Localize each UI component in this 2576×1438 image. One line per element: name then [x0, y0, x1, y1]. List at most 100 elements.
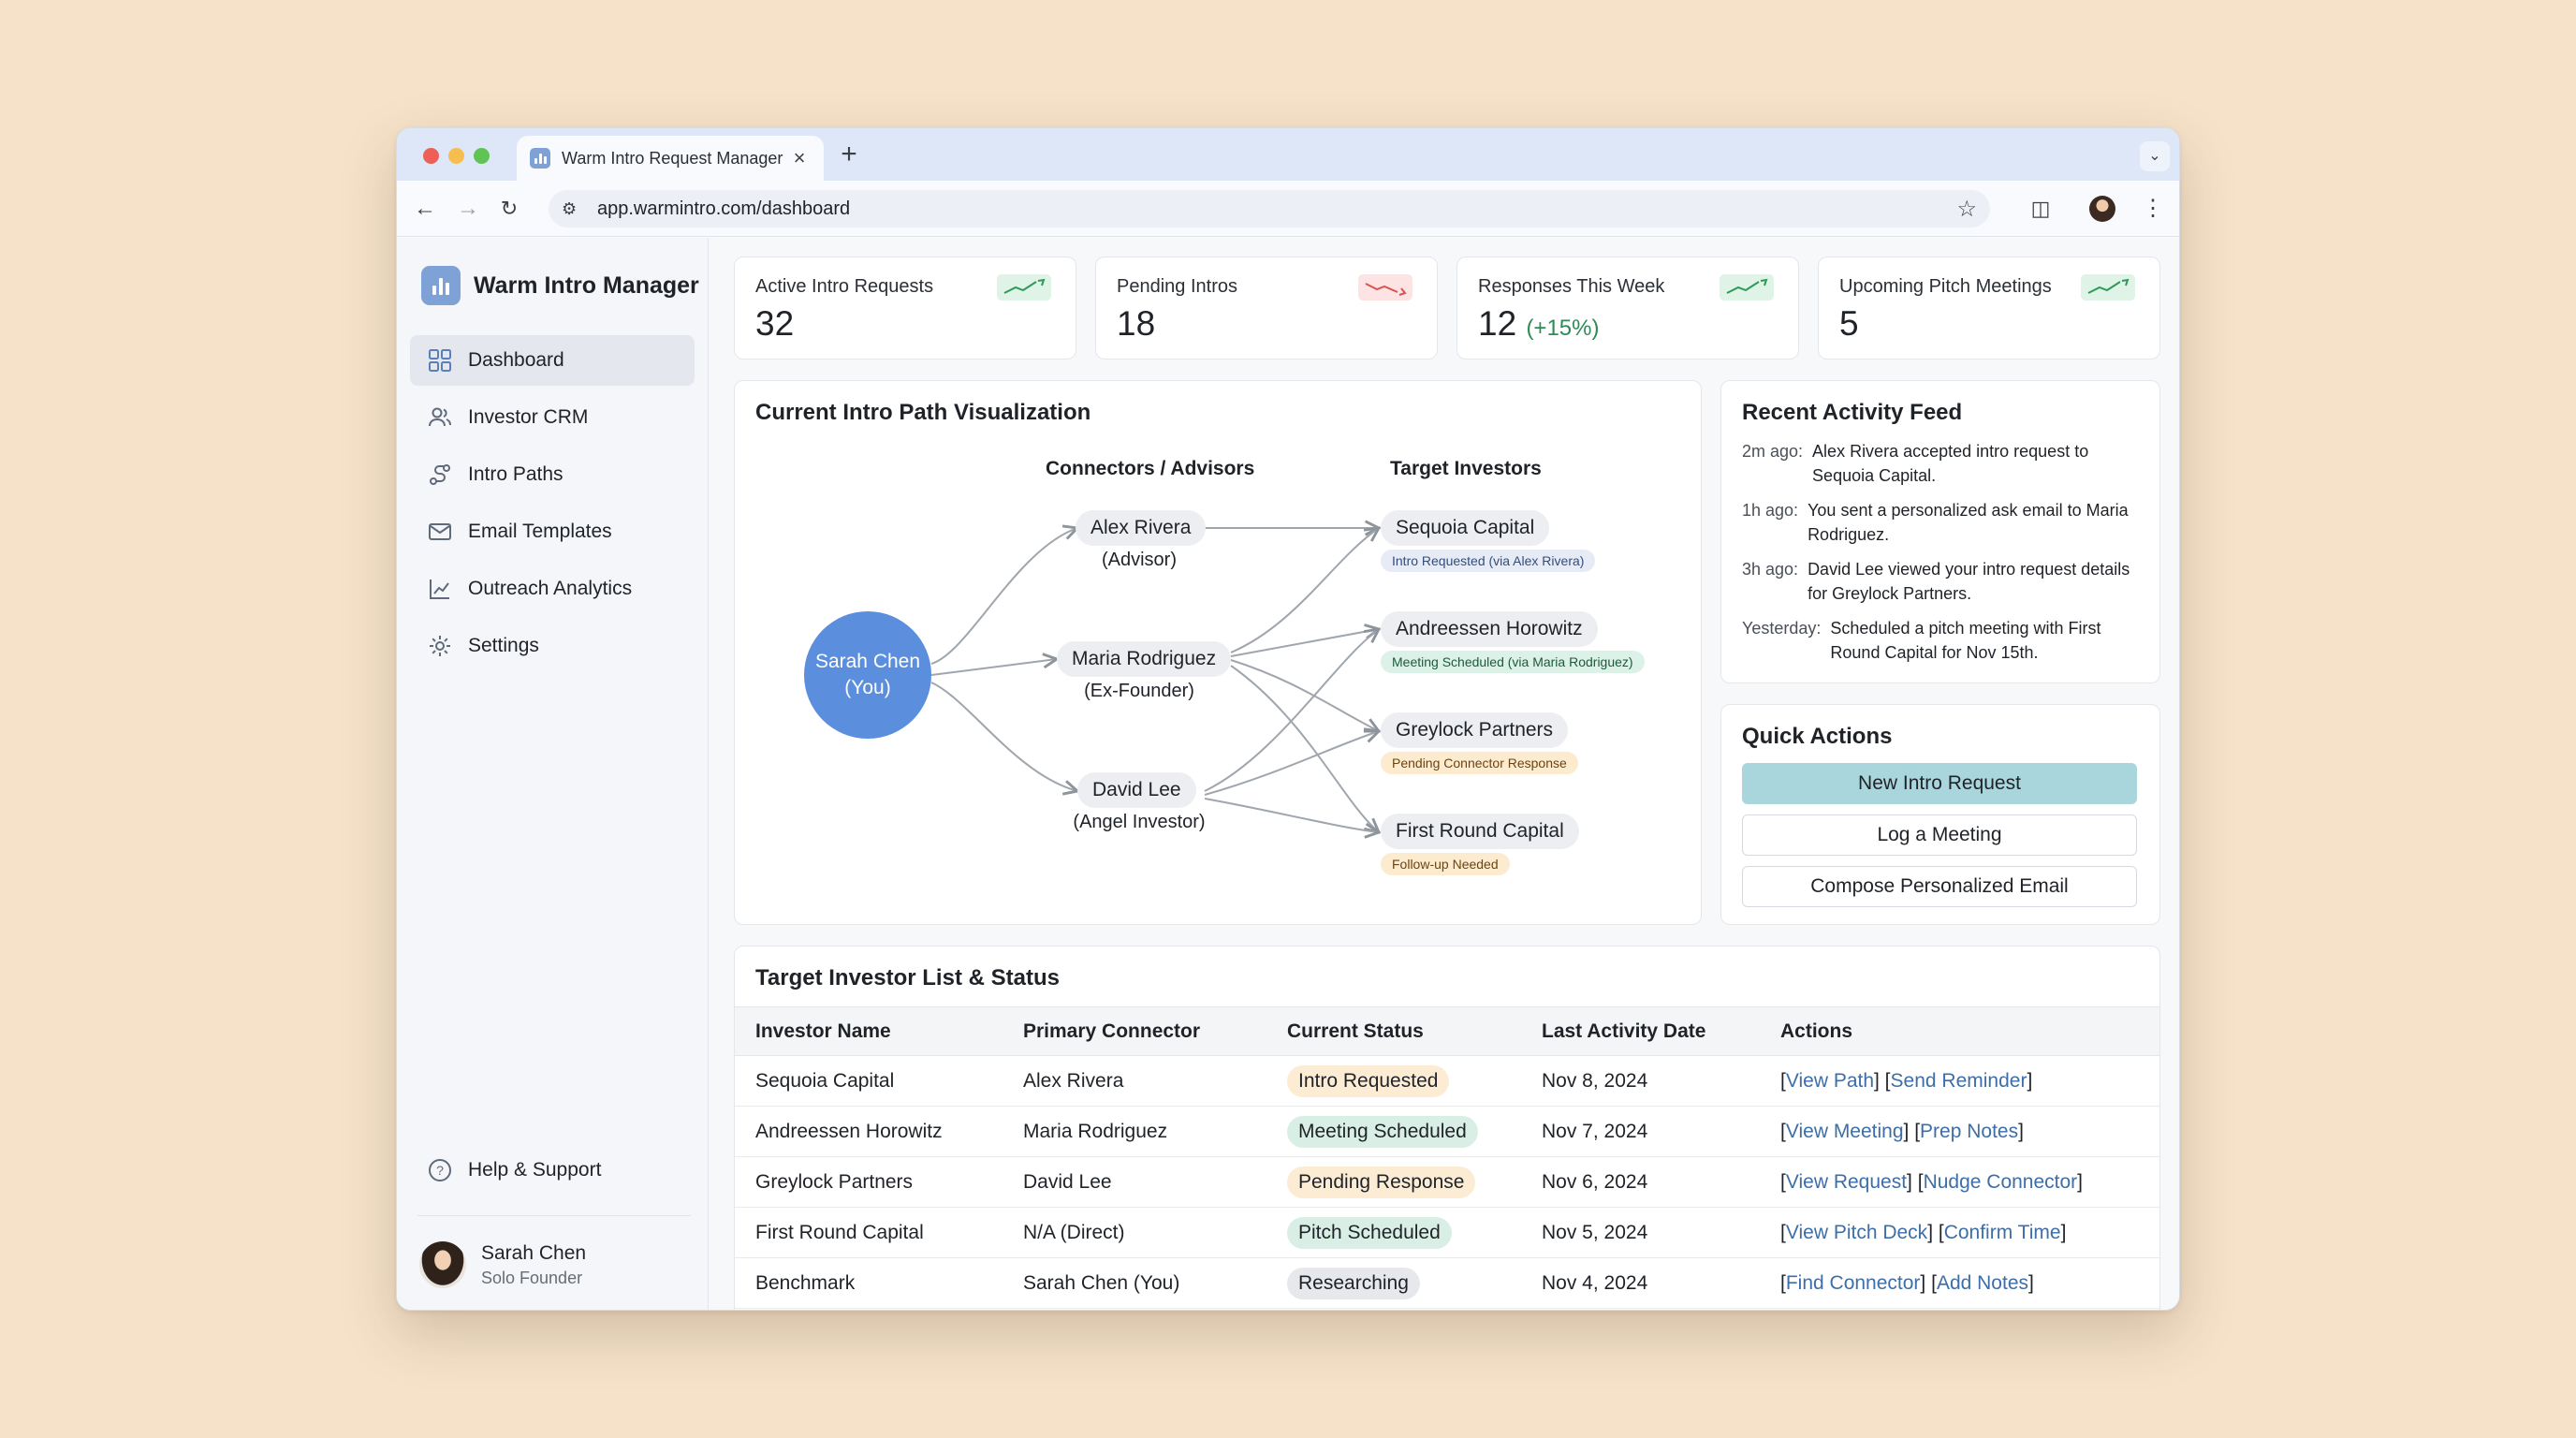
sidebar-item-intro-paths[interactable]: Intro Paths	[410, 449, 695, 500]
table-row[interactable]: Benchmark Sarah Chen (You) Researching N…	[735, 1257, 2159, 1309]
prep-notes-link[interactable]: Prep Notes	[1920, 1121, 2018, 1142]
column-header[interactable]: Primary Connector	[1023, 1006, 1287, 1056]
connector-node-david-lee[interactable]: David Lee	[1077, 772, 1196, 808]
last-activity-date: Nov 8, 2024	[1542, 1055, 1780, 1107]
activity-text: Scheduled a pitch meeting with First Rou…	[1830, 619, 2101, 662]
kpi-label: Upcoming Pitch Meetings	[1839, 276, 2052, 297]
url-text[interactable]: app.warmintro.com/dashboard	[597, 198, 1956, 220]
help-circle-icon: ?	[427, 1157, 453, 1183]
connector-node-alex-rivera[interactable]: Alex Rivera	[1076, 510, 1207, 546]
new-tab-button[interactable]: +	[832, 138, 866, 171]
view-request-link[interactable]: View Request	[1786, 1171, 1907, 1193]
primary-connector: David Lee	[1023, 1156, 1287, 1208]
sidebar-item-outreach-analytics[interactable]: Outreach Analytics	[410, 564, 695, 614]
trend-up-icon	[997, 274, 1051, 301]
app-favicon-icon	[530, 148, 550, 169]
activity-text: You sent a personalized ask email to Mar…	[1808, 501, 2129, 544]
tab-search-chevron-icon[interactable]: ⌄	[2140, 141, 2170, 171]
kpi-card-active-intro-requests[interactable]: Active Intro Requests 32	[734, 257, 1076, 360]
target-node-andreessen[interactable]: Andreessen Horowitz	[1381, 611, 1598, 647]
you-node-name: Sarah Chen	[814, 651, 921, 672]
tab-title: Warm Intro Request Manager	[562, 148, 783, 168]
sidebar-nav: Dashboard Investor CRM Intro Paths Email…	[410, 335, 695, 678]
log-meeting-button[interactable]: Log a Meeting	[1742, 814, 2137, 856]
column-header[interactable]: Last Activity Date	[1542, 1006, 1780, 1056]
edge-david-greylock	[1204, 731, 1379, 796]
view-path-link[interactable]: View Path	[1786, 1070, 1874, 1092]
site-info-icon[interactable]: ⚙	[562, 199, 586, 219]
edge-maria-a16z	[1230, 629, 1379, 657]
column-header[interactable]: Investor Name	[735, 1006, 1023, 1056]
address-bar[interactable]: ⚙ app.warmintro.com/dashboard ☆	[549, 190, 1990, 227]
send-reminder-link[interactable]: Send Reminder	[1891, 1070, 2027, 1092]
sidebar-item-settings[interactable]: Settings	[410, 621, 695, 671]
maximize-window-button[interactable]	[474, 148, 490, 164]
table-row[interactable]: Andreessen Horowitz Maria Rodriguez Meet…	[735, 1106, 2159, 1157]
table-row[interactable]: First Round Capital N/A (Direct) Pitch S…	[735, 1207, 2159, 1258]
brand[interactable]: Warm Intro Manager	[421, 266, 699, 305]
kpi-delta: (+15%)	[1526, 315, 1600, 341]
confirm-time-link[interactable]: Confirm Time	[1944, 1222, 2061, 1243]
sidebar-item-label: Settings	[468, 635, 539, 656]
connector-node-maria-rodriguez[interactable]: Maria Rodriguez	[1057, 641, 1232, 677]
nudge-connector-link[interactable]: Nudge Connector	[1924, 1171, 2078, 1193]
last-activity-date: Nov 4, 2024	[1542, 1257, 1780, 1309]
sidebar-item-label: Investor CRM	[468, 406, 589, 428]
kpi-value: 12	[1478, 304, 1517, 343]
tab-close-icon[interactable]: ×	[788, 146, 811, 170]
help-support-label: Help & Support	[468, 1159, 602, 1181]
kpi-label: Pending Intros	[1117, 276, 1237, 297]
target-node-greylock[interactable]: Greylock Partners	[1381, 712, 1569, 748]
sidebar-item-label: Dashboard	[468, 349, 564, 371]
activity-feed-card: Recent Activity Feed 2m ago: Alex Rivera…	[1720, 380, 2160, 683]
sidebar-item-label: Intro Paths	[468, 463, 564, 485]
browser-toolbar: ← → ↻ ⚙ app.warmintro.com/dashboard ☆ ◫ …	[397, 181, 2179, 237]
reload-icon[interactable]: ↻	[494, 194, 524, 224]
primary-connector: N/A (Direct)	[1023, 1207, 1287, 1258]
activity-list: 2m ago: Alex Rivera accepted intro reque…	[1742, 439, 2144, 675]
target-node-sequoia[interactable]: Sequoia Capital	[1381, 510, 1550, 546]
help-support-link[interactable]: ? Help & Support	[427, 1157, 601, 1183]
primary-connector: Sarah Chen (You)	[1023, 1257, 1287, 1309]
last-activity-date: Nov 5, 2024	[1542, 1207, 1780, 1258]
new-intro-request-button[interactable]: New Intro Request	[1742, 763, 2137, 804]
back-arrow-icon[interactable]: ←	[410, 194, 440, 224]
sidebar-item-dashboard[interactable]: Dashboard	[410, 335, 695, 386]
find-connector-link[interactable]: Find Connector	[1786, 1272, 1921, 1294]
target-node-first-round[interactable]: First Round Capital	[1381, 814, 1579, 849]
extensions-icon[interactable]: ◫	[2026, 194, 2056, 224]
table-row[interactable]: Greylock Partners David Lee Pending Resp…	[735, 1156, 2159, 1208]
close-window-button[interactable]	[423, 148, 439, 164]
minimize-window-button[interactable]	[448, 148, 464, 164]
quick-actions-card: Quick Actions New Intro Request Log a Me…	[1720, 704, 2160, 925]
table-row[interactable]: Sequoia Capital Alex Rivera Intro Reques…	[735, 1055, 2159, 1107]
investor-name: Greylock Partners	[735, 1156, 1023, 1208]
add-notes-link[interactable]: Add Notes	[1937, 1272, 2028, 1294]
profile-avatar[interactable]	[2089, 196, 2115, 222]
kpi-label: Active Intro Requests	[755, 276, 934, 297]
kpi-card-responses-this-week[interactable]: Responses This Week 12 (+15%)	[1456, 257, 1799, 360]
user-profile[interactable]: Sarah Chen Solo Founder	[419, 1241, 586, 1288]
chart-line-icon	[427, 576, 453, 602]
bookmark-star-icon[interactable]: ☆	[1956, 196, 1977, 223]
sidebar-item-investor-crm[interactable]: Investor CRM	[410, 392, 695, 443]
sidebar: Warm Intro Manager Dashboard Investor CR…	[397, 238, 709, 1310]
view-meeting-link[interactable]: View Meeting	[1786, 1121, 1904, 1142]
activity-time: 2m ago:	[1742, 442, 1804, 461]
connector-role: (Advisor)	[1101, 550, 1177, 570]
status-badge: Meeting Scheduled	[1287, 1115, 1478, 1148]
sidebar-item-email-templates[interactable]: Email Templates	[410, 506, 695, 557]
more-menu-icon[interactable]: ⋮	[2138, 194, 2168, 224]
view-pitch-deck-link[interactable]: View Pitch Deck	[1786, 1222, 1927, 1243]
kpi-card-pending-intros[interactable]: Pending Intros 18	[1095, 257, 1438, 360]
column-header[interactable]: Current Status	[1287, 1006, 1542, 1056]
compose-email-button[interactable]: Compose Personalized Email	[1742, 866, 2137, 907]
edge-maria-greylock	[1230, 659, 1379, 731]
status-badge: Pending Response	[1287, 1166, 1476, 1198]
browser-tab[interactable]: Warm Intro Request Manager ×	[517, 136, 824, 181]
kpi-card-upcoming-pitch-meetings[interactable]: Upcoming Pitch Meetings 5	[1818, 257, 2160, 360]
target-status-pill: Intro Requested (via Alex Rivera)	[1381, 550, 1596, 572]
you-node[interactable]: Sarah Chen (You)	[804, 611, 931, 739]
forward-arrow-icon[interactable]: →	[453, 194, 483, 224]
intro-path-card: Current Intro Path Visualization Connect…	[734, 380, 1702, 925]
